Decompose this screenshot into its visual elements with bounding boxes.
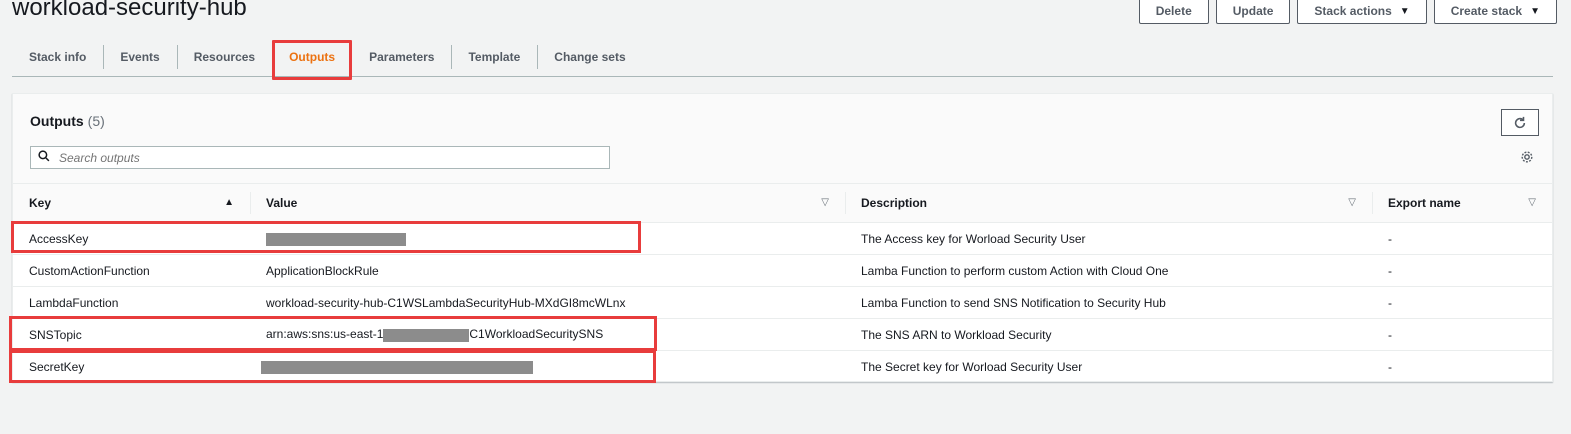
column-header-value[interactable]: Value ▽ — [250, 184, 845, 223]
table-row: AccessKey The Access key for Worload Sec… — [13, 222, 1552, 255]
outputs-title: Outputs (5) — [30, 113, 105, 129]
stack-actions-bar: Delete Update Stack actions ▼ Create stac… — [1138, 0, 1557, 24]
column-header-export-name[interactable]: Export name ▽ — [1372, 184, 1552, 223]
value-prefix: arn:aws:sns:us-east-1 — [266, 327, 384, 342]
column-key-label: Key — [29, 196, 52, 210]
search-icon — [31, 150, 57, 165]
outputs-table: Key ▲ Value ▽ Description ▽ Export name ▽ Ac… — [13, 184, 1552, 382]
delete-button[interactable]: Delete — [1138, 0, 1209, 24]
tab-template[interactable]: Template — [451, 42, 537, 72]
sort-icon: ▽ — [1348, 197, 1356, 208]
table-header-row: Key ▲ Value ▽ Description ▽ Export name ▽ — [13, 184, 1552, 223]
row-value: workload-security-hub-C1WSLambdaSecurity… — [250, 286, 845, 319]
caret-down-icon: ▼ — [1399, 5, 1410, 17]
sort-ascending-icon: ▲ — [224, 197, 234, 208]
column-header-description[interactable]: Description ▽ — [845, 184, 1372, 223]
column-description-label: Description — [861, 196, 928, 210]
row-value — [250, 351, 845, 383]
tab-events[interactable]: Events — [103, 42, 176, 72]
outputs-panel: Outputs(5) Key ▲ Value ▽ Description ▽ Expo… — [12, 93, 1553, 382]
row-key: AccessKey — [13, 222, 250, 255]
row-value — [250, 222, 845, 255]
row-export: - — [1372, 254, 1552, 287]
row-key: SecretKey — [29, 359, 85, 374]
row-description: The SNS ARN to Workload Security — [845, 318, 1372, 351]
stack-actions-label: Stack actions — [1314, 4, 1392, 18]
outputs-count: (5) — [87, 113, 105, 129]
create-stack-label: Create stack — [1450, 4, 1523, 18]
value-suffix: C1WorkloadSecuritySNS — [469, 327, 604, 342]
sort-icon: ▽ — [821, 197, 829, 208]
column-value-label: Value — [266, 196, 298, 210]
row-description: The Secret key for Worload Security User — [861, 359, 1083, 374]
column-header-key[interactable]: Key ▲ — [13, 184, 250, 223]
row-value: ApplicationBlockRule — [250, 254, 845, 287]
table-row: SNSTopic arn:aws:sns:us-east-1 C1Workload… — [13, 318, 1552, 351]
table-row: LambdaFunction workload-security-hub-C1W… — [13, 286, 1552, 319]
sort-icon: ▽ — [1528, 197, 1536, 208]
stack-actions-button[interactable]: Stack actions ▼ — [1297, 0, 1427, 24]
tab-bar: Stack info Events Resources Outputs Para… — [12, 38, 1553, 80]
update-button[interactable]: Update — [1215, 0, 1291, 24]
tab-resources[interactable]: Resources — [176, 42, 272, 72]
row-key: CustomActionFunction — [13, 254, 250, 287]
row-description: Lamba Function to send SNS Notification … — [845, 286, 1372, 319]
row-value: arn:aws:sns:us-east-1 C1WorkloadSecurityS… — [250, 318, 845, 351]
column-export-label: Export name — [1388, 196, 1461, 210]
row-description: Lamba Function to perform custom Action … — [845, 254, 1372, 287]
row-export: - — [1372, 222, 1552, 255]
redacted-value — [261, 360, 533, 374]
redacted-value — [383, 328, 470, 342]
refresh-button[interactable] — [1501, 109, 1539, 136]
search-outputs-field — [30, 146, 610, 169]
row-export: - — [1388, 359, 1392, 374]
row-description: The Access key for Worload Security User — [845, 222, 1372, 255]
search-input[interactable] — [57, 149, 609, 166]
outputs-panel-header: Outputs (5) — [13, 94, 1552, 184]
delete-label: Delete — [1155, 4, 1192, 18]
redacted-value — [266, 232, 406, 246]
tab-stack-info[interactable]: Stack info — [12, 42, 103, 72]
create-stack-button[interactable]: Create stack ▼ — [1433, 0, 1557, 24]
caret-down-icon: ▼ — [1530, 5, 1540, 17]
refresh-icon — [1514, 116, 1526, 128]
table-row: SecretKey The Secret key for Worload Sec… — [13, 351, 1552, 383]
row-key: LambdaFunction — [13, 286, 250, 319]
row-export: - — [1372, 318, 1552, 351]
table-row: CustomActionFunction ApplicationBlockRul… — [13, 254, 1552, 287]
row-key: SNSTopic — [13, 318, 250, 351]
tab-outputs[interactable]: Outputs — [272, 40, 353, 80]
outputs-title-text: Outputs — [30, 113, 84, 129]
update-label: Update — [1232, 4, 1274, 18]
tab-parameters[interactable]: Parameters — [352, 42, 451, 72]
page-title: workload-security-hub — [12, 0, 247, 21]
row-export: - — [1372, 286, 1552, 319]
gear-icon[interactable] — [1520, 150, 1534, 167]
tab-change-sets[interactable]: Change sets — [537, 42, 642, 72]
